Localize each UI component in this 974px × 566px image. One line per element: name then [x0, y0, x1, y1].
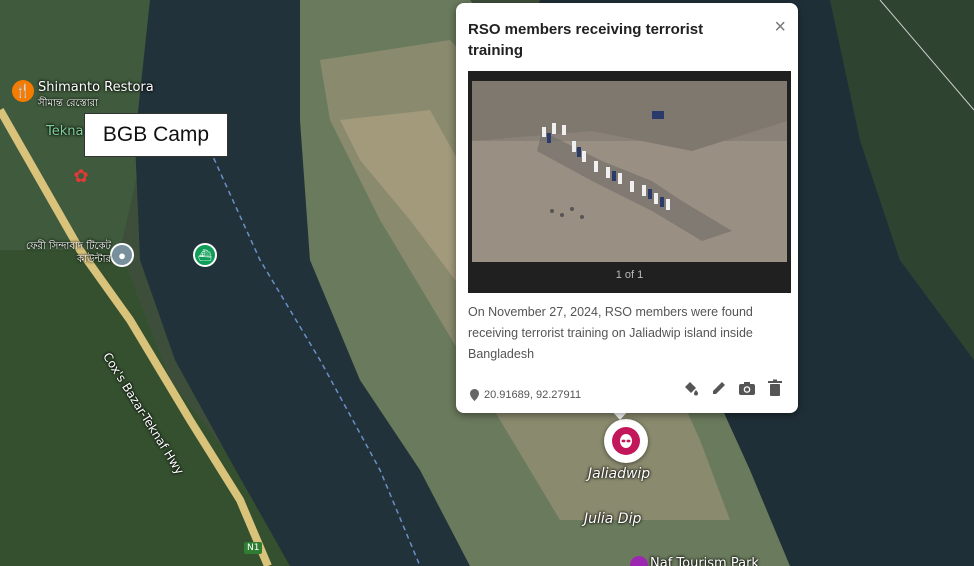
route-badge: N1 [244, 542, 263, 554]
alien-icon [612, 427, 640, 455]
info-popup: RSO members receiving terrorist training… [456, 3, 798, 413]
restaurant-label-bn: সীমান্ত রেস্তোরা [38, 98, 99, 109]
paint-bucket-icon[interactable] [682, 379, 700, 397]
popup-description: On November 27, 2024, RSO members were f… [468, 305, 753, 361]
close-icon[interactable]: × [774, 17, 786, 37]
ferry-icon[interactable]: ⛴ [193, 243, 217, 267]
jaliadwip-label: Jaliadwip [588, 466, 651, 482]
camera-icon[interactable] [738, 379, 756, 397]
teknaf-label: Tekna [46, 124, 84, 139]
ferry-counter-label: ফেরী সিন্দাবাদ টিকেট কাউন্টার [26, 241, 111, 265]
restaurant-icon[interactable]: 🍴 [12, 80, 34, 102]
pin-icon [470, 389, 479, 401]
photo-viewer[interactable]: 1 of 1 [468, 71, 791, 293]
naf-tourism-park-label: Naf Tourism Park [650, 556, 759, 566]
pencil-icon[interactable] [710, 379, 728, 397]
trash-icon[interactable] [766, 379, 784, 397]
location-pin-icon[interactable]: ● [110, 243, 134, 267]
training-photo [472, 81, 787, 262]
military-icon[interactable]: ✿ [68, 163, 94, 189]
coordinates-text: 20.91689, 92.27911 [484, 389, 582, 401]
popup-title: RSO members receiving terrorist training [468, 21, 704, 59]
event-marker[interactable] [604, 419, 648, 463]
photo-counter: 1 of 1 [615, 269, 644, 281]
coordinates: 20.91689, 92.27911 [470, 389, 581, 401]
julia-dip-label: Julia Dip [584, 511, 642, 527]
restaurant-label: Shimanto Restora [38, 80, 154, 95]
popup-toolbar [682, 379, 784, 397]
bgb-camp-callout: BGB Camp [84, 113, 228, 157]
